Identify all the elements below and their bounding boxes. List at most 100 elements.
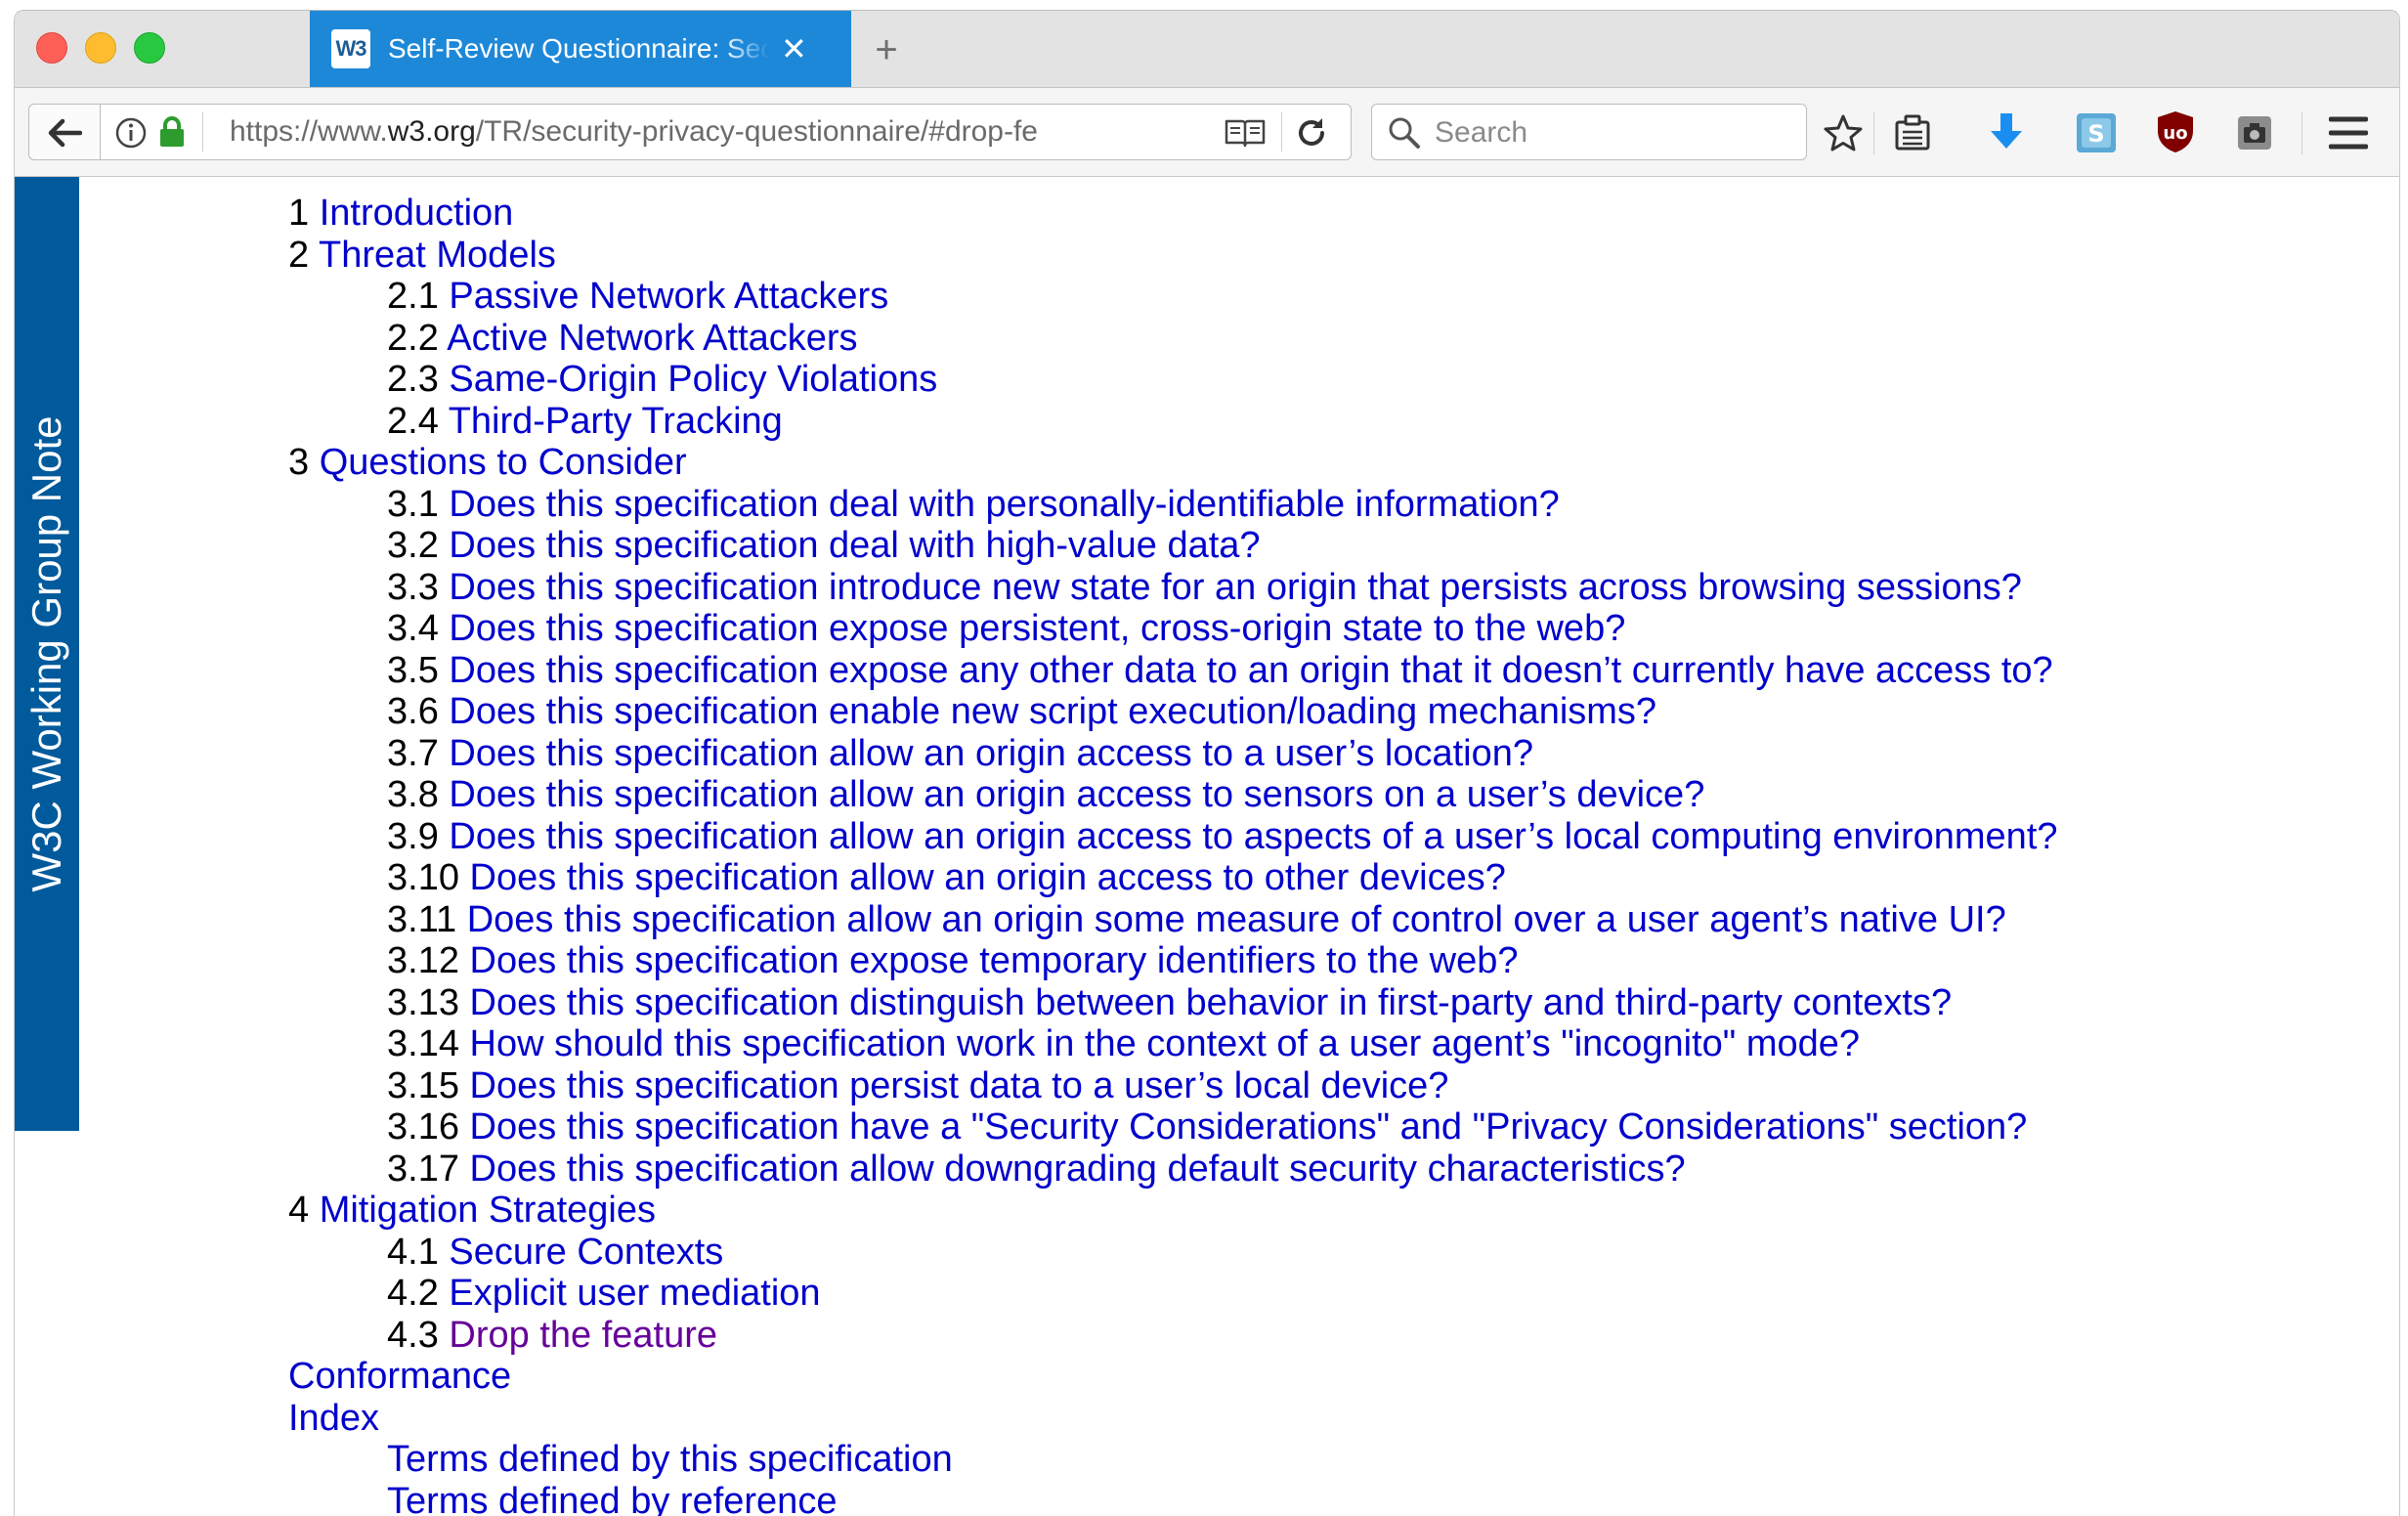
toc-link[interactable]: Same-Origin Policy Violations <box>449 359 937 400</box>
toc-link[interactable]: Does this specification expose temporary… <box>470 940 1519 981</box>
toc-item: Index <box>288 1398 2058 1440</box>
toc-section-number: 3.17 <box>387 1148 459 1190</box>
downloads-icon[interactable] <box>1987 111 2026 152</box>
toc-link[interactable]: Does this specification persist data to … <box>470 1065 1449 1106</box>
url-scheme: https://www. <box>230 115 388 148</box>
search-box[interactable] <box>1371 104 1807 160</box>
toc-item: 4.2 Explicit user mediation <box>288 1273 2058 1315</box>
toc-item: 3.5 Does this specification expose any o… <box>288 650 2058 692</box>
toc-link[interactable]: Does this specification allow an origin … <box>449 774 1704 815</box>
tab-strip: W3 Self-Review Questionnaire: Security a… <box>15 11 2399 88</box>
toc-link[interactable]: Does this specification allow an origin … <box>467 899 2006 940</box>
minimize-window-button[interactable] <box>85 32 116 64</box>
toc-item: 2.4 Third-Party Tracking <box>288 401 2058 443</box>
toc-item: 4 Mitigation Strategies <box>288 1190 2058 1232</box>
toc-item: Conformance <box>288 1356 2058 1398</box>
toc-link[interactable]: Does this specification distinguish betw… <box>470 982 1953 1023</box>
toc-link[interactable]: Passive Network Attackers <box>449 276 888 317</box>
reload-icon[interactable] <box>1295 116 1328 150</box>
bookmark-star-icon[interactable] <box>1823 113 1864 152</box>
toc-section-number: 2.2 <box>387 318 439 359</box>
toc-link[interactable]: Secure Contexts <box>449 1232 723 1273</box>
toc-section-number: 4.2 <box>387 1273 439 1314</box>
search-input[interactable] <box>1433 112 1788 153</box>
toc-item: 3.17 Does this specification allow downg… <box>288 1148 2058 1191</box>
w3c-favicon-icon: W3 <box>331 29 370 68</box>
toc-link[interactable]: Does this specification allow downgradin… <box>470 1148 1686 1190</box>
toc-link[interactable]: Does this specification allow an origin … <box>449 733 1533 774</box>
toc-item: 3.3 Does this specification introduce ne… <box>288 567 2058 609</box>
info-icon[interactable] <box>114 116 148 150</box>
toc-link[interactable]: Threat Models <box>319 235 556 276</box>
tab-active[interactable]: W3 Self-Review Questionnaire: Security a… <box>310 11 851 87</box>
toc-section-number: 3.12 <box>387 940 459 981</box>
reader-view-icon[interactable] <box>1225 118 1266 148</box>
toc-link[interactable]: Does this specification expose any other… <box>449 650 2052 691</box>
toc-section-number: 3 <box>288 442 309 483</box>
tab-close-icon[interactable]: ✕ <box>781 33 807 65</box>
toc-item: 3.6 Does this specification enable new s… <box>288 691 2058 733</box>
toc-item: 3.12 Does this specification expose temp… <box>288 940 2058 982</box>
bookmarks-menu-icon[interactable] <box>1893 113 1932 152</box>
toc-item: 3.7 Does this specification allow an ori… <box>288 733 2058 775</box>
screenshot-extension-icon[interactable] <box>2235 113 2274 152</box>
new-tab-button[interactable]: + <box>867 30 906 69</box>
toc-link[interactable]: Index <box>288 1398 379 1439</box>
back-button[interactable] <box>28 104 101 160</box>
zoom-window-button[interactable] <box>134 32 165 64</box>
toc-link[interactable]: Does this specification deal with high-v… <box>449 525 1260 566</box>
toc-section-number: 2 <box>288 235 309 276</box>
toc-link[interactable]: Terms defined by this specification <box>387 1439 953 1480</box>
toc-section-number: 3.7 <box>387 733 439 774</box>
toc-item: Terms defined by reference <box>288 1481 2058 1516</box>
toc-item: 2.3 Same-Origin Policy Violations <box>288 359 2058 401</box>
toc-link[interactable]: Introduction <box>320 193 514 234</box>
toc-section-number: 2.1 <box>387 276 439 317</box>
toc-link[interactable]: Does this specification deal with person… <box>449 484 1559 525</box>
url-host: w3.org <box>388 115 476 148</box>
lock-icon <box>157 114 187 150</box>
toc-link[interactable]: Does this specification have a "Security… <box>470 1106 2028 1148</box>
toc-section-number: 3.1 <box>387 484 439 525</box>
toc-link[interactable]: Does this specification expose persisten… <box>449 608 1625 649</box>
toc-item: 4.3 Drop the feature <box>288 1315 2058 1357</box>
toc-link[interactable]: Active Network Attackers <box>447 318 857 359</box>
extension-s-icon[interactable]: S <box>2075 111 2118 154</box>
toc-section-number: 3.4 <box>387 608 439 649</box>
toolbar-divider <box>1873 111 1874 154</box>
toc-item: 1 Introduction <box>288 193 2058 235</box>
toc-link[interactable]: Conformance <box>288 1356 511 1397</box>
toc-link[interactable]: Explicit user mediation <box>449 1273 820 1314</box>
hamburger-menu-icon[interactable] <box>2329 115 2368 151</box>
toc-link[interactable]: Third-Party Tracking <box>449 401 783 442</box>
back-arrow-icon <box>47 116 82 150</box>
toc-section-number: 1 <box>288 193 309 234</box>
toc-section-number: 3.15 <box>387 1065 459 1106</box>
toc-link[interactable]: How should this specification work in th… <box>470 1023 1861 1064</box>
toc-link[interactable]: Does this specification allow an origin … <box>470 857 1506 898</box>
tab-title: Self-Review Questionnaire: Security and … <box>388 33 769 65</box>
toc-section-number: 3.11 <box>387 899 456 940</box>
navigation-toolbar: https://www.w3.org/TR/security-privacy-q… <box>15 88 2399 177</box>
svg-text:S: S <box>2087 120 2104 148</box>
toc-section-number: 4 <box>288 1190 309 1231</box>
toc-link[interactable]: Drop the feature <box>449 1315 717 1356</box>
toc-link[interactable]: Does this specification introduce new st… <box>449 567 2021 608</box>
toc-link[interactable]: Does this specification enable new scrip… <box>449 691 1656 732</box>
toc-link[interactable]: Questions to Consider <box>320 442 687 483</box>
toc-item: 3.15 Does this specification persist dat… <box>288 1065 2058 1107</box>
toc-item: 4.1 Secure Contexts <box>288 1232 2058 1274</box>
toc-link[interactable]: Does this specification allow an origin … <box>449 816 2057 857</box>
ublock-origin-icon[interactable]: uo <box>2155 109 2196 154</box>
toc-link[interactable]: Terms defined by reference <box>387 1481 837 1516</box>
url-text[interactable]: https://www.w3.org/TR/security-privacy-q… <box>230 105 1207 159</box>
page-viewport: W3C Working Group Note 1 Introduction2 T… <box>15 177 2399 1516</box>
toc-link[interactable]: Mitigation Strategies <box>320 1190 656 1231</box>
toc-section-number: 3.5 <box>387 650 439 691</box>
reload-divider <box>1281 112 1282 152</box>
toc-item: 3.9 Does this specification allow an ori… <box>288 816 2058 858</box>
toc-section-number: 3.2 <box>387 525 439 566</box>
close-window-button[interactable] <box>36 32 67 64</box>
toc-item: 2.2 Active Network Attackers <box>288 318 2058 360</box>
url-bar[interactable]: https://www.w3.org/TR/security-privacy-q… <box>101 104 1352 160</box>
